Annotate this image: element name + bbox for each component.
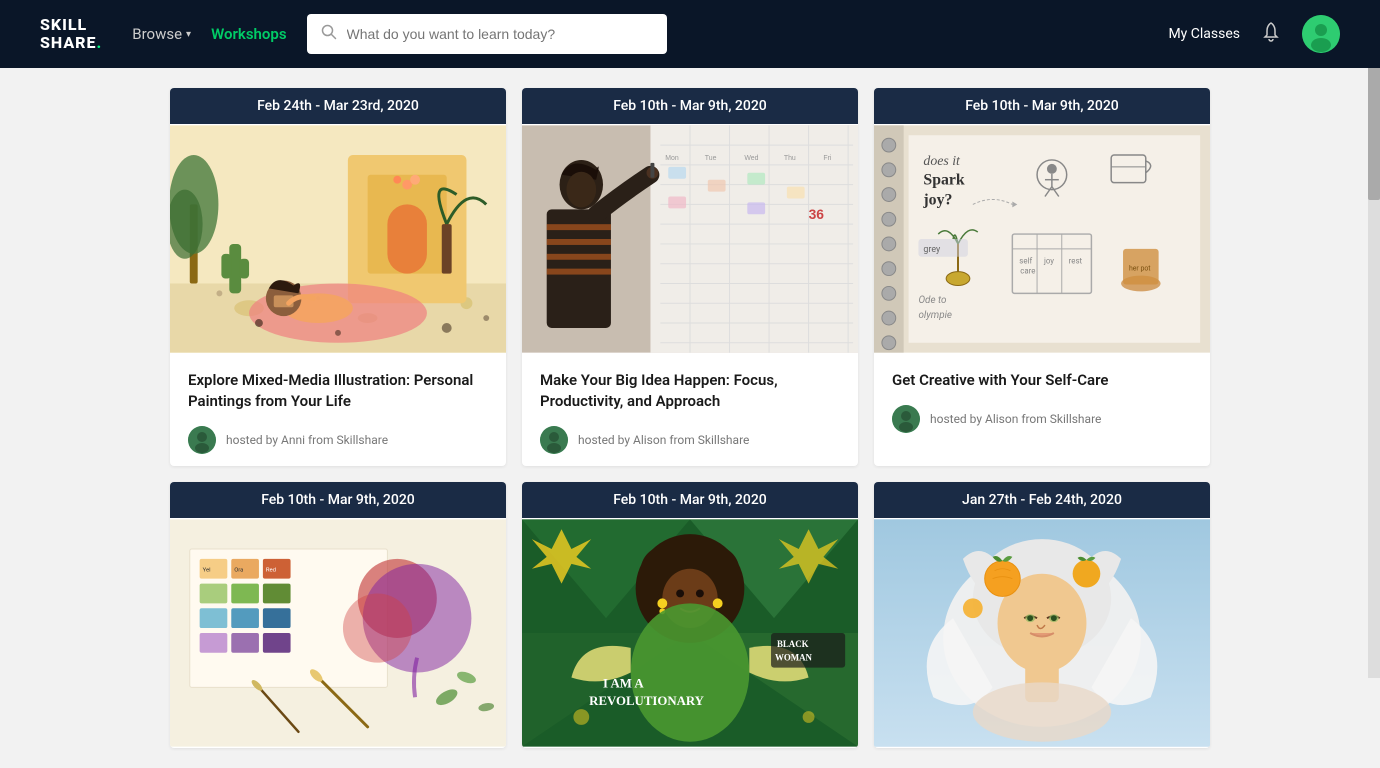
- card-host-2: hosted by Alison from Skillshare: [540, 426, 840, 454]
- logo[interactable]: SKILL SHARE.: [40, 16, 102, 51]
- browse-nav[interactable]: Browse ▾: [132, 25, 191, 43]
- card-image-4: Yel Ora Red: [170, 518, 506, 748]
- svg-text:her pot: her pot: [1129, 265, 1151, 273]
- workshop-card-4[interactable]: Feb 10th - Mar 9th, 2020: [170, 482, 506, 748]
- avatar-image: [1302, 15, 1340, 53]
- card-image-1: [170, 124, 506, 354]
- card-date-banner-5: Feb 10th - Mar 9th, 2020: [522, 482, 858, 518]
- svg-text:BLACK: BLACK: [777, 639, 809, 649]
- scrollbar[interactable]: [1368, 0, 1380, 678]
- host-avatar-3: [892, 405, 920, 433]
- svg-text:Wed: Wed: [744, 155, 758, 162]
- svg-text:joy?: joy?: [922, 191, 952, 208]
- workshop-card-1[interactable]: Feb 24th - Mar 23rd, 2020: [170, 88, 506, 466]
- svg-text:olympie: olympie: [918, 310, 952, 321]
- chevron-down-icon: ▾: [186, 29, 191, 40]
- logo-line1: SKILL: [40, 16, 102, 34]
- card-date-banner-6: Jan 27th - Feb 24th, 2020: [874, 482, 1210, 518]
- svg-text:joy: joy: [1043, 257, 1054, 266]
- svg-text:care: care: [1020, 267, 1035, 276]
- svg-text:WOMAN: WOMAN: [775, 653, 813, 663]
- host-text-3: hosted by Alison from Skillshare: [930, 412, 1101, 426]
- workshop-card-3[interactable]: Feb 10th - Mar 9th, 2020: [874, 88, 1210, 466]
- header: SKILL SHARE. Browse ▾ Workshops My Class…: [0, 0, 1380, 68]
- card-body-2: Make Your Big Idea Happen: Focus, Produc…: [522, 354, 858, 466]
- card-title-1: Explore Mixed-Media Illustration: Person…: [188, 370, 488, 412]
- svg-text:36: 36: [809, 206, 825, 222]
- svg-text:rest: rest: [1069, 257, 1083, 266]
- workshop-card-5[interactable]: Feb 10th - Mar 9th, 2020: [522, 482, 858, 748]
- workshop-card-6[interactable]: Jan 27th - Feb 24th, 2020: [874, 482, 1210, 748]
- svg-text:grey: grey: [923, 245, 941, 255]
- card-date-banner-2: Feb 10th - Mar 9th, 2020: [522, 88, 858, 124]
- search-bar[interactable]: [307, 14, 667, 54]
- header-right: My Classes: [1168, 15, 1340, 53]
- workshops-grid: Feb 24th - Mar 23rd, 2020: [170, 88, 1210, 748]
- svg-text:Spark: Spark: [923, 172, 964, 189]
- svg-text:does it: does it: [923, 153, 961, 168]
- svg-text:self: self: [1019, 257, 1032, 266]
- workshop-card-2[interactable]: Feb 10th - Mar 9th, 2020: [522, 88, 858, 466]
- card-image-3: does it Spark joy?: [874, 124, 1210, 354]
- card-image-5: I AM A REVOLUTIONARY BLACK WOMAN: [522, 518, 858, 748]
- host-avatar-2: [540, 426, 568, 454]
- workshops-label: Workshops: [211, 25, 286, 43]
- svg-text:Thu: Thu: [784, 155, 796, 162]
- my-classes-link[interactable]: My Classes: [1168, 26, 1240, 42]
- svg-text:I AM A: I AM A: [603, 676, 644, 690]
- svg-text:Ora: Ora: [234, 568, 243, 574]
- workshops-nav[interactable]: Workshops: [211, 25, 286, 43]
- host-avatar-1: [188, 426, 216, 454]
- card-body-3: Get Creative with Your Self-Care hosted …: [874, 354, 1210, 445]
- card-host-1: hosted by Anni from Skillshare: [188, 426, 488, 454]
- svg-text:REVOLUTIONARY: REVOLUTIONARY: [589, 694, 704, 708]
- card-title-2: Make Your Big Idea Happen: Focus, Produc…: [540, 370, 840, 412]
- host-text-2: hosted by Alison from Skillshare: [578, 433, 749, 447]
- card-body-1: Explore Mixed-Media Illustration: Person…: [170, 354, 506, 466]
- main-content: Feb 24th - Mar 23rd, 2020: [0, 68, 1380, 768]
- svg-text:Red: Red: [266, 568, 276, 574]
- notification-bell-icon[interactable]: [1260, 21, 1282, 48]
- browse-label: Browse: [132, 25, 182, 43]
- search-input[interactable]: [347, 26, 653, 42]
- card-date-banner-1: Feb 24th - Mar 23rd, 2020: [170, 88, 506, 124]
- svg-text:Mon: Mon: [665, 155, 679, 162]
- card-host-3: hosted by Alison from Skillshare: [892, 405, 1192, 433]
- logo-line2: SHARE.: [40, 34, 102, 52]
- card-date-banner-4: Feb 10th - Mar 9th, 2020: [170, 482, 506, 518]
- card-title-3: Get Creative with Your Self-Care: [892, 370, 1192, 391]
- card-image-2: Mon Tue Wed Thu Fri 36: [522, 124, 858, 354]
- card-date-banner-3: Feb 10th - Mar 9th, 2020: [874, 88, 1210, 124]
- avatar[interactable]: [1302, 15, 1340, 53]
- search-icon: [321, 24, 337, 44]
- svg-text:Yel: Yel: [203, 568, 211, 574]
- card-image-6: [874, 518, 1210, 748]
- svg-text:Ode to: Ode to: [918, 295, 947, 306]
- svg-text:Fri: Fri: [823, 155, 832, 162]
- host-text-1: hosted by Anni from Skillshare: [226, 433, 388, 447]
- svg-text:Tue: Tue: [705, 155, 717, 162]
